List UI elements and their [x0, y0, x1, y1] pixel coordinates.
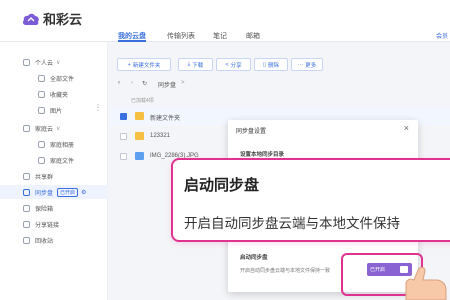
share-group-icon	[23, 172, 30, 180]
sidebar-item-5[interactable]: 家庭相册	[0, 137, 108, 151]
start-sync-description: 开启自动同步盘云端与本地文件保持一致	[240, 268, 331, 274]
folder-icon	[135, 132, 144, 140]
family-cloud-icon	[23, 124, 30, 132]
sidebar-item-label: 全部文件	[50, 76, 75, 83]
share-icon: <	[225, 61, 229, 68]
pointing-hand-icon	[405, 267, 447, 300]
more-button[interactable]: ··· 更多	[291, 58, 323, 71]
row-checkbox[interactable]	[120, 153, 127, 160]
loaded-count: 已加载4项	[131, 98, 154, 104]
callout-description: 开启自动同步盘云端与本地文件保持	[184, 216, 400, 231]
plus-icon: +	[127, 61, 131, 68]
sidebar-item-4[interactable]: 家庭云 ∨	[0, 121, 108, 135]
trash-icon: ▯	[262, 61, 266, 68]
sidebar-item-label: 图片	[50, 108, 63, 115]
cloud-logo-icon	[22, 13, 39, 25]
back-arrow-icon[interactable]: ‹	[118, 80, 120, 86]
folder-icon	[135, 112, 144, 120]
share-button[interactable]: < 分享	[216, 58, 251, 71]
status-badge: 已开启	[57, 187, 79, 197]
sidebar-item-label: 共享群	[35, 174, 54, 181]
dots-icon: ···	[297, 61, 304, 68]
app-name: 和彩云	[43, 12, 83, 27]
nav-transfer-list[interactable]: 传输列表	[167, 31, 195, 41]
row-checkbox[interactable]	[120, 133, 127, 140]
row-checkbox[interactable]	[120, 113, 127, 120]
refresh-icon[interactable]: ↻	[142, 80, 147, 87]
new-folder-button[interactable]: + 新建文件夹	[117, 58, 171, 71]
sidebar-item-11[interactable]: 回收站	[0, 233, 108, 247]
top-header: 和彩云 我的云盘 传输列表 笔记 邮箱 会员	[0, 0, 450, 42]
all-files-icon	[38, 74, 45, 82]
chevron-down-icon[interactable]: ∨	[56, 125, 60, 132]
download-icon: ⤓	[187, 61, 191, 67]
sidebar-item-1[interactable]: 全部文件	[0, 71, 108, 85]
sidebar-item-label: 家庭相册	[50, 142, 75, 149]
sidebar-item-label: 家庭云	[35, 126, 54, 133]
safe-icon	[23, 204, 30, 212]
share-link-icon	[23, 220, 30, 228]
forward-arrow-icon[interactable]: ›	[131, 80, 133, 86]
close-icon[interactable]: ×	[404, 123, 409, 133]
sidebar-item-label: 收藏夹	[50, 92, 69, 99]
family-album-icon	[38, 140, 45, 148]
sidebar-item-10[interactable]: 分享链接	[0, 217, 108, 231]
chevron-down-icon[interactable]: ∨	[56, 59, 60, 66]
breadcrumb-current[interactable]: 同步盘	[158, 80, 176, 89]
sidebar-item-6[interactable]: 家庭文件	[0, 153, 108, 167]
image-icon	[38, 106, 45, 114]
start-sync-heading: 启动同步盘	[240, 255, 268, 261]
sidebar-item-2[interactable]: 收藏夹	[0, 87, 108, 101]
sidebar-item-9[interactable]: 保险箱	[0, 201, 108, 215]
tutorial-callout: 启动同步盘 开启自动同步盘云端与本地文件保持	[171, 158, 450, 242]
nav-active-indicator	[118, 40, 146, 42]
sidebar-item-label: 家庭文件	[50, 158, 75, 165]
sidebar: 个人云 ∨ 全部文件 收藏夹 图片 家庭云 ∨ 家庭相册 家庭文件 共享群 同步盘 已开启 ⚙ 保险箱 分享…	[0, 42, 108, 300]
sidebar-item-7[interactable]: 共享群	[0, 169, 108, 183]
sidebar-item-label: 个人云	[35, 60, 54, 67]
callout-title: 启动同步盘	[184, 177, 260, 194]
nav-mailbox[interactable]: 邮箱	[246, 31, 260, 41]
more-options-icon[interactable]: ⋮	[94, 103, 102, 112]
user-cloud-icon	[23, 58, 30, 66]
sidebar-item-label: 同步盘	[35, 190, 54, 197]
sync-drive-icon	[23, 188, 30, 196]
image-file-icon	[135, 152, 144, 160]
file-name[interactable]: 123321	[150, 133, 170, 139]
local-dir-heading: 设置本地同步目录	[240, 152, 285, 158]
sidebar-item-label: 回收站	[35, 238, 54, 245]
nav-notes[interactable]: 笔记	[213, 31, 227, 41]
recycle-bin-icon	[23, 236, 30, 244]
app-logo[interactable]: 和彩云	[22, 9, 82, 28]
sidebar-item-8[interactable]: 同步盘 已开启 ⚙	[0, 185, 108, 199]
gear-icon[interactable]: ⚙	[81, 189, 86, 196]
member-link[interactable]: 会员	[436, 31, 448, 40]
dialog-title: 同步盘设置	[236, 129, 267, 135]
delete-button[interactable]: ▯ 删除	[254, 58, 288, 71]
favorites-icon	[38, 90, 45, 98]
breadcrumb-separator: >	[181, 80, 185, 86]
file-name[interactable]: 新建文件夹	[150, 113, 180, 122]
family-files-icon	[38, 156, 45, 164]
sidebar-item-3[interactable]: 图片	[0, 103, 108, 117]
sidebar-item-label: 分享链接	[35, 222, 60, 229]
sidebar-item-label: 保险箱	[35, 206, 54, 213]
sidebar-item-0[interactable]: 个人云 ∨	[0, 55, 108, 69]
download-button[interactable]: ⤓ 下载	[178, 58, 213, 71]
